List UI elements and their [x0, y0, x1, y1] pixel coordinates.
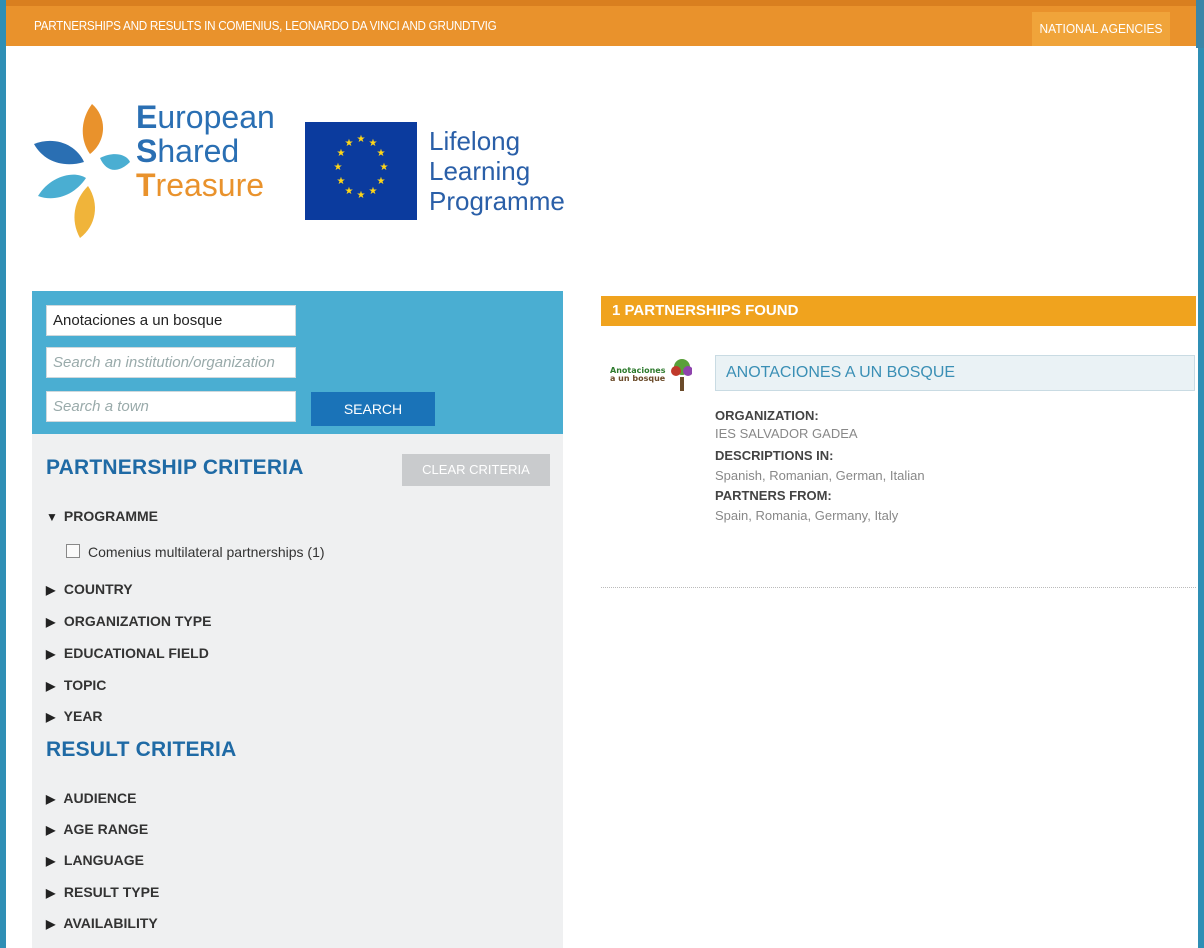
- logo-cap-e: E: [136, 99, 158, 135]
- filter-country-label: COUNTRY: [63, 581, 133, 597]
- european-shared-treasure-logo[interactable]: European Shared Treasure: [30, 100, 275, 240]
- filter-country[interactable]: ▶ COUNTRY: [46, 581, 133, 597]
- chevron-right-icon: ▶: [46, 854, 56, 868]
- national-agencies-button[interactable]: NATIONAL AGENCIES: [1032, 12, 1170, 46]
- town-search-input[interactable]: [46, 391, 296, 422]
- organization-value: IES SALVADOR GADEA: [715, 426, 858, 441]
- top-bar: PARTNERSHIPS AND RESULTS IN COMENIUS, LE…: [6, 6, 1196, 46]
- llp-text: Lifelong Learning Programme: [429, 126, 565, 216]
- tree-logo-icon: Anotaciones a un bosque: [610, 359, 693, 391]
- filter-language[interactable]: ▶ LANGUAGE: [46, 852, 144, 868]
- svg-text:★: ★: [357, 134, 366, 145]
- llp-line-3: Programme: [429, 186, 565, 216]
- svg-text:★: ★: [337, 176, 346, 187]
- organization-label: ORGANIZATION:: [715, 408, 819, 423]
- chevron-right-icon: ▶: [46, 886, 56, 900]
- frame-border-left: [0, 0, 6, 948]
- filter-organization-type[interactable]: ▶ ORGANIZATION TYPE: [46, 613, 211, 629]
- result-divider: [601, 587, 1196, 588]
- filter-result-type[interactable]: ▶ RESULT TYPE: [46, 884, 159, 900]
- svg-text:★: ★: [345, 186, 354, 197]
- partnership-thumbnail[interactable]: Anotaciones a un bosque: [608, 355, 693, 395]
- filter-availability[interactable]: ▶ AVAILABILITY: [46, 915, 158, 931]
- chevron-down-icon: ▼: [46, 510, 58, 524]
- frame-border-right: [1198, 48, 1204, 948]
- filter-educational-field[interactable]: ▶ EDUCATIONAL FIELD: [46, 645, 209, 661]
- logo-word-shared: Shared: [136, 134, 239, 168]
- filter-audience-label: AUDIENCE: [63, 790, 137, 806]
- filter-age-range-label: AGE RANGE: [63, 821, 149, 837]
- svg-text:★: ★: [377, 176, 386, 187]
- filter-language-label: LANGUAGE: [63, 852, 145, 868]
- filter-organization-type-label: ORGANIZATION TYPE: [63, 613, 212, 629]
- svg-text:★: ★: [337, 148, 346, 159]
- filter-age-range[interactable]: ▶ AGE RANGE: [46, 821, 148, 837]
- checkbox-comenius[interactable]: [66, 544, 80, 558]
- thumb-text-2: a un bosque: [610, 374, 666, 383]
- partners-value: Spain, Romania, Germany, Italy: [715, 508, 899, 523]
- search-panel: SEARCH: [32, 291, 563, 434]
- svg-text:★: ★: [380, 162, 389, 173]
- svg-text:★: ★: [377, 148, 386, 159]
- chevron-right-icon: ▶: [46, 615, 56, 629]
- filter-year[interactable]: ▶ YEAR: [46, 708, 103, 724]
- llp-line-2: Learning: [429, 156, 531, 186]
- filter-year-label: YEAR: [63, 708, 103, 724]
- criteria-panel: PARTNERSHIP CRITERIA CLEAR CRITERIA ▼ PR…: [32, 434, 563, 948]
- filter-programme[interactable]: ▼ PROGRAMME: [46, 508, 158, 524]
- frame-border-right-top: [1196, 0, 1204, 48]
- descriptions-label: DESCRIPTIONS IN:: [715, 448, 834, 463]
- programme-option-label: Comenius multilateral partnerships (1): [88, 544, 325, 560]
- logo-word-european: European: [136, 100, 275, 134]
- svg-text:★: ★: [334, 162, 343, 173]
- chevron-right-icon: ▶: [46, 710, 56, 724]
- petals-icon: [34, 104, 130, 238]
- partnership-criteria-title: PARTNERSHIP CRITERIA: [46, 456, 304, 479]
- logo-rest-european: uropean: [157, 99, 275, 135]
- chevron-right-icon: ▶: [46, 917, 56, 931]
- search-button[interactable]: SEARCH: [311, 392, 435, 426]
- chevron-right-icon: ▶: [46, 823, 56, 837]
- descriptions-value: Spanish, Romanian, German, Italian: [715, 468, 925, 483]
- filter-topic[interactable]: ▶ TOPIC: [46, 677, 106, 693]
- partners-label: PARTNERS FROM:: [715, 488, 832, 503]
- clear-criteria-button[interactable]: CLEAR CRITERIA: [402, 454, 550, 486]
- filter-result-type-label: RESULT TYPE: [63, 884, 160, 900]
- svg-text:★: ★: [357, 190, 366, 201]
- logo-cap-s: S: [136, 133, 158, 169]
- institution-search-input[interactable]: [46, 347, 296, 378]
- result-criteria-title: RESULT CRITERIA: [46, 738, 237, 761]
- chevron-right-icon: ▶: [46, 647, 56, 661]
- chevron-right-icon: ▶: [46, 679, 56, 693]
- filter-audience[interactable]: ▶ AUDIENCE: [46, 790, 137, 806]
- filter-programme-label: PROGRAMME: [63, 508, 159, 524]
- results-count-header: 1 PARTNERSHIPS FOUND: [601, 296, 1196, 326]
- filter-topic-label: TOPIC: [63, 677, 107, 693]
- filter-educational-field-label: EDUCATIONAL FIELD: [63, 645, 209, 661]
- filter-availability-label: AVAILABILITY: [63, 915, 158, 931]
- result-title-link[interactable]: ANOTACIONES A UN BOSQUE: [715, 355, 1195, 391]
- svg-text:★: ★: [369, 186, 378, 197]
- site-title: PARTNERSHIPS AND RESULTS IN COMENIUS, LE…: [34, 18, 497, 33]
- chevron-right-icon: ▶: [46, 583, 56, 597]
- svg-text:★: ★: [345, 138, 354, 149]
- eu-stars-icon: ★ ★ ★ ★ ★ ★ ★ ★ ★ ★ ★ ★: [334, 134, 389, 201]
- chevron-right-icon: ▶: [46, 792, 56, 806]
- logo-cap-t: T: [136, 167, 156, 203]
- logo-rest-treasure: reasure: [155, 167, 265, 203]
- programme-option-comenius[interactable]: Comenius multilateral partnerships (1): [66, 544, 325, 560]
- logo-word-treasure: Treasure: [136, 168, 264, 202]
- llp-line-1: Lifelong: [429, 126, 521, 156]
- eu-flag-icon: ★ ★ ★ ★ ★ ★ ★ ★ ★ ★ ★ ★: [305, 122, 417, 220]
- keyword-search-input[interactable]: [46, 305, 296, 336]
- logo-rest-shared: hared: [157, 133, 240, 169]
